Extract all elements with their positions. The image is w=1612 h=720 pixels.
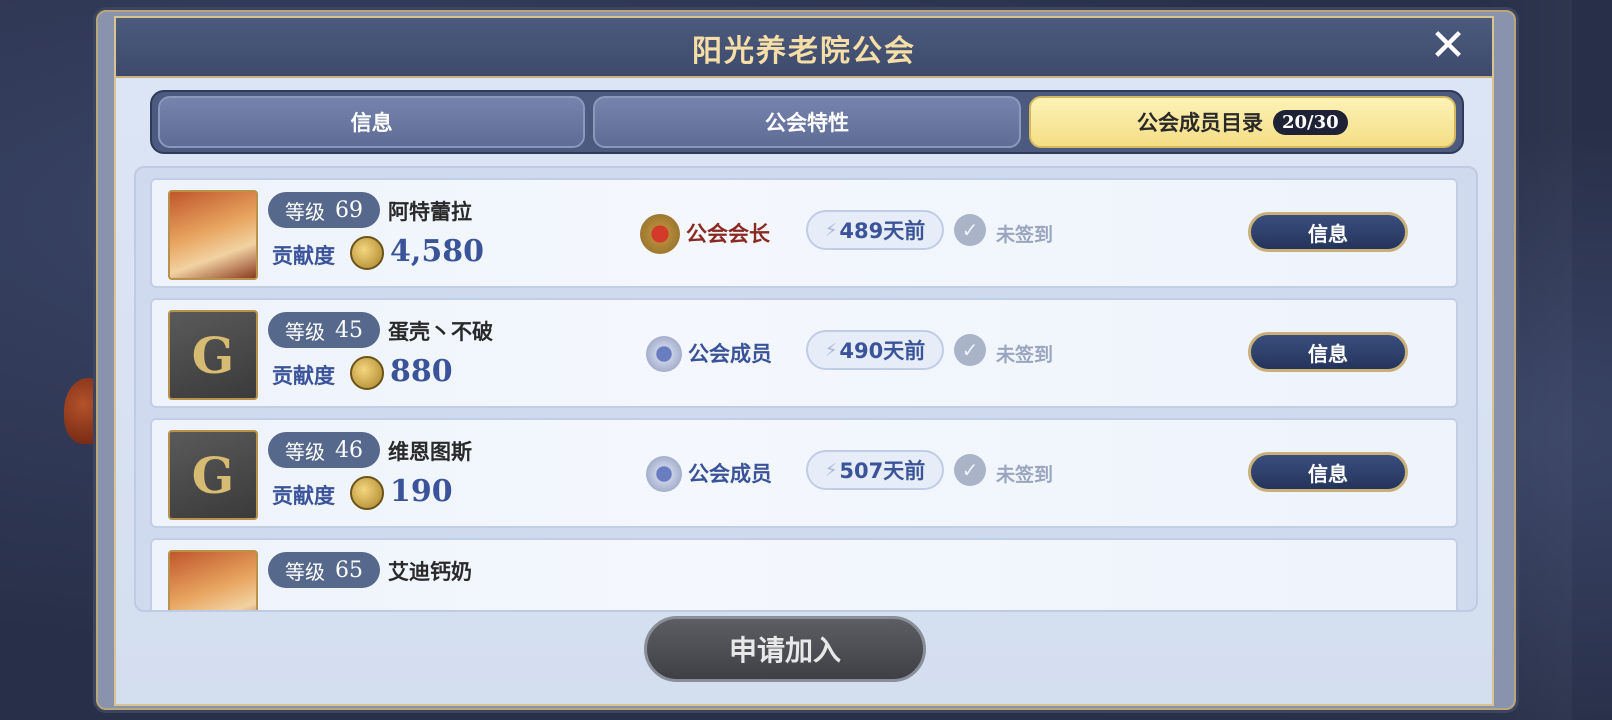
- level-value: 46: [335, 437, 363, 463]
- coin-icon: [350, 476, 384, 510]
- guild-dialog: 阳光养老院公会 ✕ 信息 公会特性 公会成员目录 20/30 等级 69 阿特蕾…: [114, 16, 1494, 706]
- bolt-icon: ⚡: [824, 219, 838, 241]
- level-label: 等级: [285, 319, 325, 344]
- level-badge: 等级 46: [268, 432, 380, 468]
- contribution-label: 贡献度: [272, 364, 335, 388]
- member-name: 阿特蕾拉: [388, 200, 472, 224]
- level-badge: 等级 69: [268, 192, 380, 228]
- avatar[interactable]: G: [168, 430, 258, 520]
- tab-bar: 信息 公会特性 公会成员目录 20/30: [150, 90, 1464, 154]
- tab-label: 公会成员目录: [1136, 111, 1263, 135]
- tab-info[interactable]: 信息: [158, 96, 586, 148]
- coin-icon: [350, 236, 384, 270]
- bolt-icon: ⚡: [824, 459, 838, 481]
- member-name: 艾迪钙奶: [388, 560, 472, 584]
- role-label: 公会会长: [686, 222, 770, 246]
- role-label: 公会成员: [688, 342, 772, 366]
- apply-join-button[interactable]: 申请加入: [644, 616, 926, 682]
- signin-status: 未签到: [996, 224, 1054, 246]
- last-online-pill: ⚡ 490天前: [806, 330, 944, 370]
- check-icon: ✓: [954, 214, 986, 246]
- list-item: G 等级 45 蛋壳丶不破 贡献度 880 公会成员 ⚡ 490天前 ✓ 未签到…: [150, 298, 1458, 408]
- tab-label: 公会特性: [764, 111, 849, 135]
- level-value: 65: [335, 557, 363, 583]
- level-value: 45: [335, 317, 363, 343]
- level-label: 等级: [285, 439, 325, 464]
- title-bar: 阳光养老院公会 ✕: [116, 18, 1492, 78]
- contribution-value: 4,580: [390, 234, 484, 269]
- check-icon: ✓: [954, 454, 986, 486]
- level-badge: 等级 65: [268, 552, 380, 588]
- contribution-label: 贡献度: [272, 484, 335, 508]
- coin-icon: [350, 356, 384, 390]
- close-button[interactable]: ✕: [1426, 24, 1470, 70]
- signin-status: 未签到: [996, 464, 1054, 486]
- list-item: 等级 65 艾迪钙奶: [150, 538, 1458, 610]
- member-badge-icon: [646, 456, 682, 492]
- level-value: 69: [335, 197, 363, 223]
- dialog-title: 阳光养老院公会: [692, 34, 916, 69]
- level-badge: 等级 45: [268, 312, 380, 348]
- tab-label: 信息: [350, 111, 393, 135]
- last-online-pill: ⚡ 489天前: [806, 210, 944, 250]
- tab-guild-traits[interactable]: 公会特性: [593, 96, 1021, 148]
- last-online-pill: ⚡ 507天前: [806, 450, 944, 490]
- avatar[interactable]: G: [168, 310, 258, 400]
- list-item: G 等级 46 维恩图斯 贡献度 190 公会成员 ⚡ 507天前 ✓ 未签到 …: [150, 418, 1458, 528]
- member-count-badge: 20/30: [1272, 109, 1348, 135]
- role-label: 公会成员: [688, 462, 772, 486]
- contribution-value: 880: [390, 354, 453, 389]
- avatar[interactable]: [168, 550, 258, 610]
- bolt-icon: ⚡: [824, 339, 838, 361]
- list-item: 等级 69 阿特蕾拉 贡献度 4,580 公会会长 ⚡ 489天前 ✓ 未签到 …: [150, 178, 1458, 288]
- check-icon: ✓: [954, 334, 986, 366]
- level-label: 等级: [285, 199, 325, 224]
- contribution-value: 190: [390, 474, 453, 509]
- member-info-button[interactable]: 信息: [1248, 332, 1408, 372]
- member-name: 维恩图斯: [388, 440, 472, 464]
- last-online-text: 489天前: [839, 219, 926, 243]
- leader-badge-icon: [640, 214, 680, 254]
- member-info-button[interactable]: 信息: [1248, 452, 1408, 492]
- last-online-text: 507天前: [839, 459, 926, 483]
- signin-status: 未签到: [996, 344, 1054, 366]
- member-name: 蛋壳丶不破: [388, 320, 493, 344]
- member-info-button[interactable]: 信息: [1248, 212, 1408, 252]
- tab-member-list[interactable]: 公会成员目录 20/30: [1028, 96, 1456, 148]
- level-label: 等级: [285, 559, 325, 584]
- contribution-label: 贡献度: [272, 244, 335, 268]
- avatar[interactable]: [168, 190, 258, 280]
- last-online-text: 490天前: [839, 339, 926, 363]
- member-badge-icon: [646, 336, 682, 372]
- member-list[interactable]: 等级 69 阿特蕾拉 贡献度 4,580 公会会长 ⚡ 489天前 ✓ 未签到 …: [134, 166, 1478, 612]
